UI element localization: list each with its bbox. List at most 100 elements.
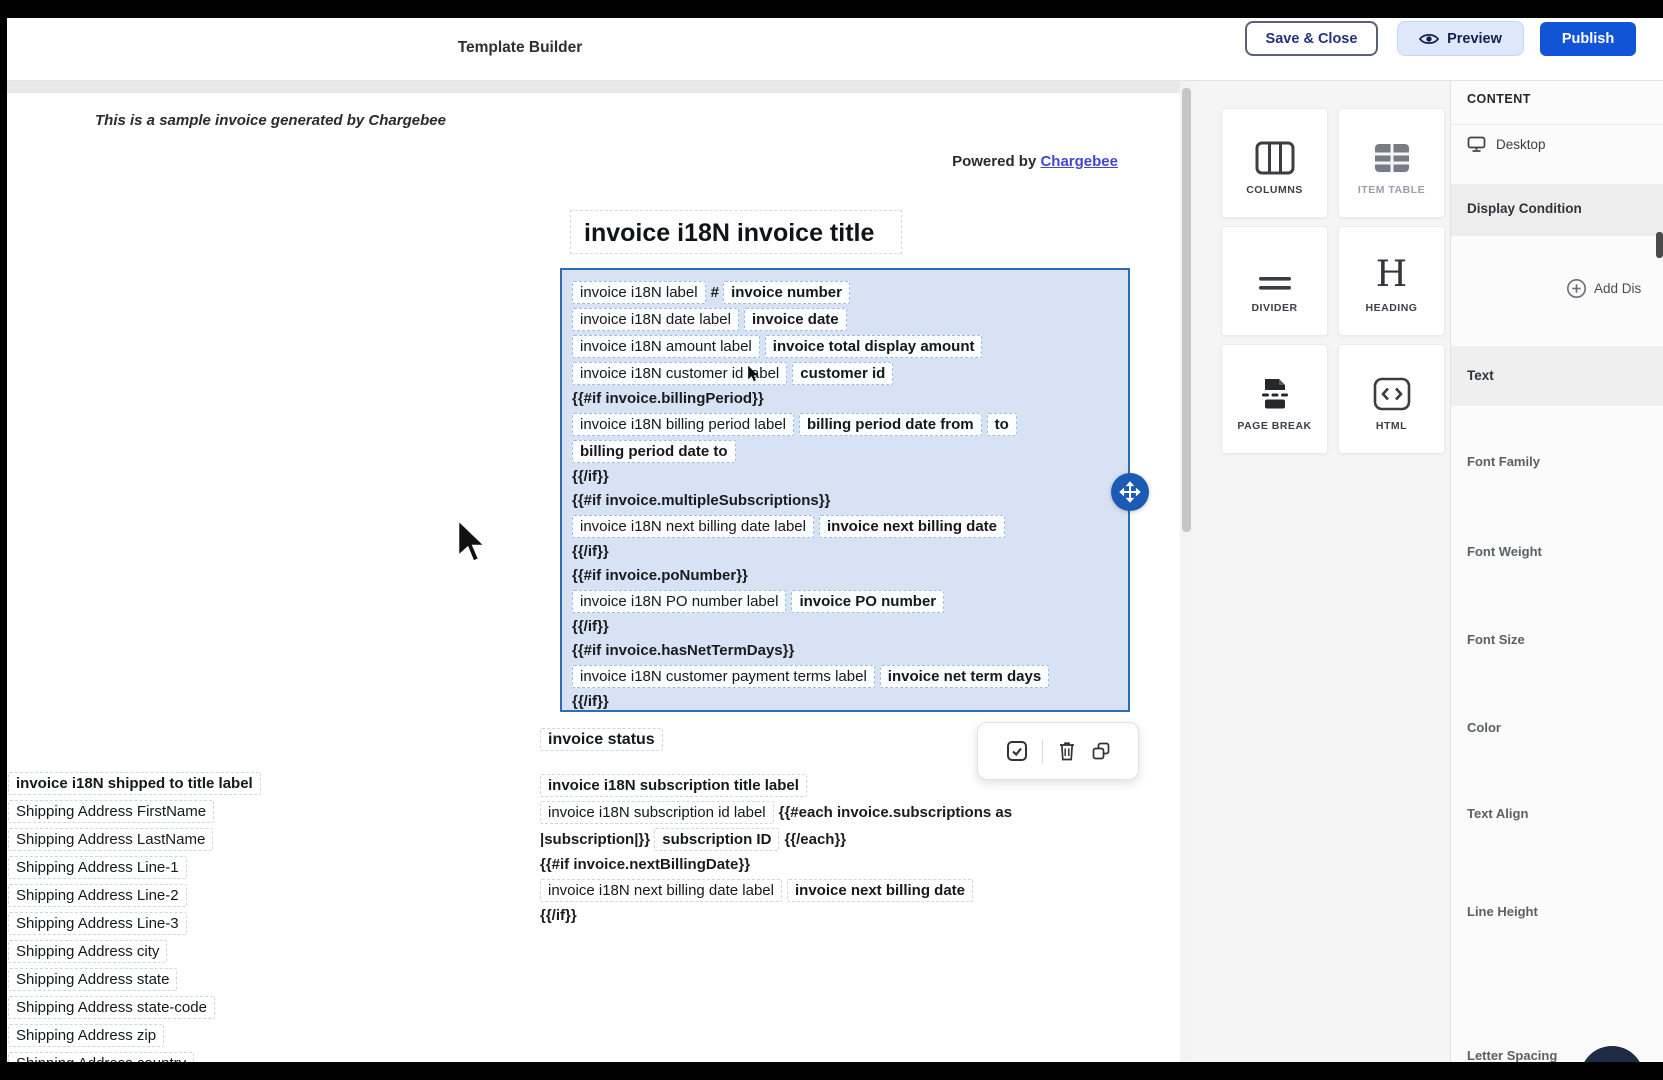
- divider-icon: [1257, 241, 1293, 293]
- merge-token[interactable]: Shipping Address FirstName: [8, 800, 214, 823]
- handlebars-expression: {{/if}}: [540, 907, 577, 924]
- letterbox-top: [0, 0, 1663, 18]
- letterbox-bottom: [0, 1062, 1663, 1080]
- merge-token[interactable]: invoice i18N subscription id label: [540, 801, 774, 824]
- merge-token[interactable]: invoice next billing date: [787, 879, 973, 902]
- merge-token[interactable]: invoice total display amount: [765, 335, 983, 358]
- invoice-details-block-selected[interactable]: invoice i18N label # invoice number invoi…: [560, 268, 1130, 712]
- save-close-label: Save & Close: [1266, 31, 1358, 47]
- merge-token[interactable]: subscription ID: [654, 828, 779, 851]
- merge-token[interactable]: Shipping Address state: [8, 968, 177, 991]
- chargebee-link[interactable]: Chargebee: [1040, 153, 1118, 170]
- merge-token[interactable]: invoice i18N subscription title label: [540, 774, 807, 797]
- scrollbar-thumb[interactable]: [1182, 88, 1191, 532]
- block-line: invoice i18N date labelinvoice date: [572, 306, 1118, 333]
- add-display-condition-button[interactable]: Add Dis: [1566, 278, 1663, 299]
- panel-divider: [1451, 124, 1663, 125]
- hash-separator: #: [711, 284, 719, 301]
- merge-token[interactable]: invoice number: [723, 281, 850, 304]
- block-line: invoice i18N customer id labelcustomer i…: [572, 360, 1118, 387]
- field-label-text-align: Text Align: [1467, 806, 1528, 821]
- top-toolbar: Template Builder Save & Close Preview Pu…: [0, 18, 1663, 81]
- handlebars-expression: {{/if}}: [572, 468, 609, 485]
- merge-token[interactable]: invoice PO number: [791, 590, 944, 613]
- plus-circle-icon: [1566, 278, 1587, 299]
- merge-token[interactable]: invoice i18N PO number label: [572, 590, 786, 613]
- publish-button[interactable]: Publish: [1540, 22, 1636, 56]
- field-label-color: Color: [1467, 720, 1501, 735]
- block-line: invoice i18N customer payment terms labe…: [572, 663, 1118, 690]
- block-drag-handle[interactable]: [1111, 473, 1149, 511]
- duplicate-icon[interactable]: [1091, 741, 1111, 761]
- block-card-page-break[interactable]: PAGE BREAK: [1221, 344, 1328, 454]
- save-close-button[interactable]: Save & Close: [1245, 21, 1378, 56]
- merge-token[interactable]: invoice net term days: [880, 665, 1049, 688]
- select-checkbox-icon[interactable]: [1006, 740, 1028, 762]
- canvas-scrollbar: [1180, 80, 1193, 1062]
- field-label-letter-spacing: Letter Spacing: [1467, 1048, 1557, 1063]
- block-card-html[interactable]: HTML: [1338, 344, 1445, 454]
- merge-token[interactable]: invoice i18N amount label: [572, 335, 760, 358]
- move-icon: [1119, 481, 1141, 503]
- handlebars-expression: {{#if invoice.poNumber}}: [572, 567, 748, 584]
- template-builder-app: Template Builder Save & Close Preview Pu…: [0, 0, 1663, 1080]
- merge-token[interactable]: Shipping Address city: [8, 940, 167, 963]
- block-card-label: COLUMNS: [1246, 184, 1303, 196]
- block-action-toolbar: [977, 722, 1139, 780]
- trash-icon[interactable]: [1057, 740, 1077, 762]
- columns-icon: [1255, 123, 1295, 175]
- field-label-font-weight: Font Weight: [1467, 544, 1542, 559]
- sample-invoice-note: This is a sample invoice generated by Ch…: [95, 112, 446, 129]
- merge-token[interactable]: Shipping Address Line-3: [8, 912, 187, 935]
- powered-by-line: Powered by Chargebee: [707, 153, 1118, 170]
- toolbar-divider: [1042, 739, 1043, 763]
- block-line: invoice i18N label # invoice number: [572, 279, 1118, 306]
- merge-token[interactable]: invoice i18N shipped to title label: [8, 772, 261, 795]
- properties-panel-header: CONTENT: [1467, 92, 1531, 106]
- merge-token[interactable]: to: [987, 413, 1017, 436]
- block-card-label: HTML: [1376, 420, 1407, 432]
- merge-token[interactable]: invoice next billing date: [819, 515, 1005, 538]
- device-selector-desktop[interactable]: Desktop: [1467, 136, 1546, 153]
- merge-token[interactable]: billing period date from: [799, 413, 982, 436]
- merge-token[interactable]: invoice i18N date label: [572, 308, 739, 331]
- status-line: invoice status: [540, 726, 668, 753]
- merge-token[interactable]: Shipping Address Line-1: [8, 856, 187, 879]
- handlebars-expression: {{#if invoice.multipleSubscriptions}}: [572, 492, 830, 509]
- block-card-label: PAGE BREAK: [1237, 420, 1311, 432]
- merge-token[interactable]: invoice date: [744, 308, 847, 331]
- handlebars-expression: |subscription|}}: [540, 831, 650, 848]
- merge-token[interactable]: invoice i18N customer payment terms labe…: [572, 665, 875, 688]
- preview-button[interactable]: Preview: [1397, 21, 1524, 56]
- monitor-icon: [1467, 136, 1486, 153]
- powered-by-text: Powered by: [952, 153, 1036, 170]
- merge-token[interactable]: invoice i18N customer id label: [572, 362, 787, 385]
- text-section-label: Text: [1467, 368, 1494, 383]
- panel-scrollbar-thumb[interactable]: [1656, 232, 1663, 258]
- merge-token[interactable]: invoice i18N next billing date label: [572, 515, 814, 538]
- merge-token[interactable]: billing period date to: [572, 440, 736, 463]
- merge-token[interactable]: Shipping Address Line-2: [8, 884, 187, 907]
- publish-label: Publish: [1562, 31, 1614, 47]
- handlebars-expression: {{#if invoice.nextBillingDate}}: [540, 856, 750, 873]
- merge-token[interactable]: Shipping Address LastName: [8, 828, 213, 851]
- subscription-block[interactable]: invoice i18N subscription title label in…: [540, 772, 1040, 928]
- merge-token[interactable]: invoice status: [540, 728, 663, 751]
- template-canvas: This is a sample invoice generated by Ch…: [7, 80, 1180, 1062]
- invoice-title-block[interactable]: invoice i18N invoice title: [570, 210, 902, 254]
- merge-token[interactable]: invoice i18N label: [572, 281, 706, 304]
- merge-token[interactable]: Shipping Address zip: [8, 1024, 164, 1047]
- block-card-divider[interactable]: DIVIDER: [1221, 226, 1328, 336]
- merge-token[interactable]: customer id: [792, 362, 893, 385]
- merge-token[interactable]: invoice i18N billing period label: [572, 413, 794, 436]
- display-condition-label: Display Condition: [1467, 201, 1582, 216]
- block-card-columns[interactable]: COLUMNS: [1221, 108, 1328, 218]
- merge-token[interactable]: Shipping Address state-code: [8, 996, 215, 1019]
- merge-token[interactable]: invoice i18N next billing date label: [540, 879, 782, 902]
- device-label: Desktop: [1496, 137, 1546, 152]
- block-line: invoice i18N amount labelinvoice total d…: [572, 333, 1118, 360]
- block-card-item-table[interactable]: ITEM TABLE: [1338, 108, 1445, 218]
- block-card-heading[interactable]: H HEADING: [1338, 226, 1445, 336]
- handlebars-expression: {{/if}}: [572, 693, 609, 710]
- shipping-address-block[interactable]: invoice i18N shipped to title label Ship…: [8, 770, 278, 1078]
